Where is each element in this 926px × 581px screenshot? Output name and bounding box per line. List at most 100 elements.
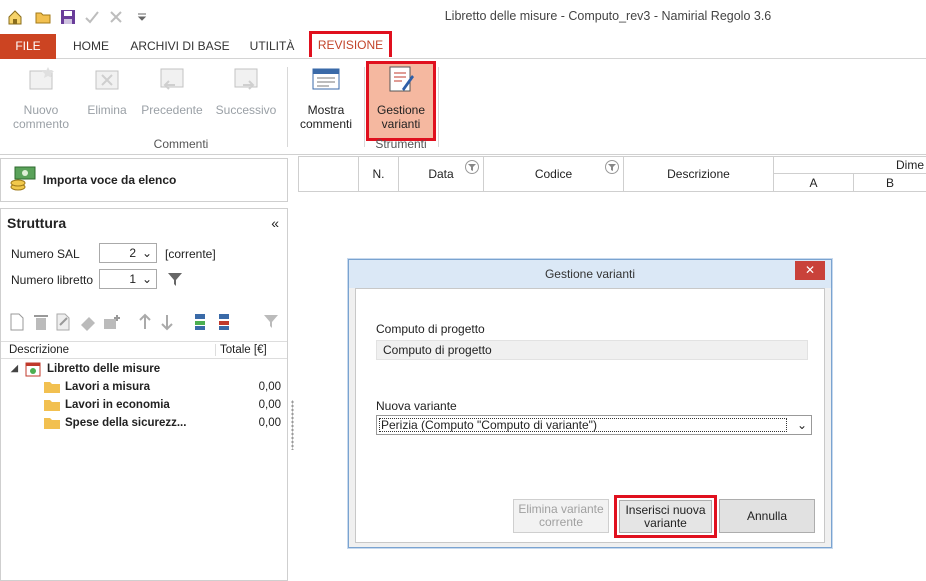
arrow-down-icon[interactable] xyxy=(159,313,177,331)
tree-item-value: 0,00 xyxy=(258,417,281,429)
left-panel: Importa voce da elenco Struttura « Numer… xyxy=(0,156,288,581)
sal-current-note: [corrente] xyxy=(165,247,216,261)
column-filter-icon[interactable] xyxy=(605,160,619,174)
grid-header-codice[interactable]: Codice xyxy=(484,156,624,192)
new-document-icon[interactable] xyxy=(9,313,27,331)
tree-item-label: Spese della sicurezz... xyxy=(65,417,187,429)
inserisci-nuova-variante-button[interactable]: Inserisci nuova variante xyxy=(619,500,712,533)
successivo-button[interactable]: Successivo xyxy=(212,63,280,117)
numero-libretto-value: 1 xyxy=(129,272,136,286)
chevron-down-icon: ⌄ xyxy=(796,418,807,432)
importa-voce-button[interactable]: Importa voce da elenco xyxy=(0,158,288,202)
numero-sal-label: Numero SAL xyxy=(11,247,80,261)
grid-header-codice-label: Codice xyxy=(534,167,573,181)
expand-tree-icon[interactable] xyxy=(193,313,211,331)
chevron-down-icon: ⌄ xyxy=(141,272,152,286)
import-label: Importa voce da elenco xyxy=(43,173,177,187)
edit-document-icon[interactable] xyxy=(55,313,73,331)
struttura-panel: Struttura « Numero SAL 2 ⌄ [corrente] Nu… xyxy=(0,208,288,581)
col-descrizione: Descrizione xyxy=(9,344,70,356)
ribbon-separator xyxy=(438,67,439,147)
grid-header-dimensioni[interactable]: Dime xyxy=(774,156,926,174)
nuovo-label-line1: Nuovo xyxy=(23,103,59,117)
tab-archivi-di-base[interactable]: ARCHIVI DI BASE xyxy=(128,34,232,59)
ribbon-separator xyxy=(364,67,365,147)
gestione-label-line1: Gestione xyxy=(376,103,426,117)
tree-item[interactable]: Lavori a misura 0,00 xyxy=(1,379,287,397)
nuova-variante-select[interactable]: Perizia (Computo "Computo di variante") … xyxy=(376,415,812,435)
tree-item-label: Lavori a misura xyxy=(65,381,151,393)
elimina-button[interactable]: Elimina xyxy=(80,63,134,117)
struttura-title: Struttura xyxy=(7,215,67,231)
chevron-down-icon: ⌄ xyxy=(141,246,152,260)
tree-item-label: Lavori in economia xyxy=(65,399,170,411)
numero-libretto-select[interactable]: 1 ⌄ xyxy=(99,269,157,289)
tree-item-value: 0,00 xyxy=(258,399,281,411)
ribbon: Nuovo commento Elimina Precedente Succes… xyxy=(0,59,926,155)
arrow-up-icon[interactable] xyxy=(137,313,155,331)
tab-home[interactable]: HOME xyxy=(64,34,118,59)
tab-revisione[interactable]: REVISIONE xyxy=(309,31,392,57)
tree-root[interactable]: ◢ Libretto delle misure xyxy=(1,361,287,379)
tree-root-label: Libretto delle misure xyxy=(47,363,161,375)
precedente-label: Precedente xyxy=(141,103,203,117)
grid-header-descrizione[interactable]: Descrizione xyxy=(624,156,774,192)
tab-file[interactable]: FILE xyxy=(0,34,56,59)
tree-expand-icon[interactable]: ◢ xyxy=(11,363,18,374)
precedente-button[interactable]: Precedente xyxy=(138,63,206,117)
tree-header: Descrizione Totale [€] xyxy=(1,341,287,359)
add-folder-icon[interactable] xyxy=(103,313,121,331)
computo-label: Computo di progetto xyxy=(376,322,485,336)
nuovo-commento-button[interactable]: Nuovo commento xyxy=(6,63,76,131)
commenti-group-label: Commenti xyxy=(153,137,209,151)
tree-item[interactable]: Lavori in economia 0,00 xyxy=(1,397,287,415)
mostra-label-line2: commenti xyxy=(299,117,352,131)
collapse-panel-button[interactable]: « xyxy=(271,215,279,231)
grid-header-data[interactable]: Data xyxy=(399,156,484,192)
col-totale: Totale [€] xyxy=(215,344,267,356)
elimina-label: Elimina xyxy=(87,103,127,117)
tree-item[interactable]: Spese della sicurezz... 0,00 xyxy=(1,415,287,433)
nuova-variante-label: Nuova variante xyxy=(376,399,457,413)
grid-header-a[interactable]: A xyxy=(774,174,854,192)
nuovo-label-line2: commento xyxy=(12,117,70,131)
gestione-varianti-button[interactable]: Gestione varianti xyxy=(368,63,434,131)
folder-icon xyxy=(43,398,61,415)
tree-item-value: 0,00 xyxy=(258,381,281,393)
grid-header-select xyxy=(298,156,359,192)
delete-comment-icon xyxy=(90,63,124,97)
mostra-commenti-button[interactable]: Mostra commenti xyxy=(294,63,358,131)
numero-sal-select[interactable]: 2 ⌄ xyxy=(99,243,157,263)
grid-header-n[interactable]: N. xyxy=(359,156,399,192)
import-money-icon xyxy=(9,165,37,196)
grid-header-b[interactable]: B xyxy=(854,174,926,192)
previous-comment-icon xyxy=(155,63,189,97)
libretto-book-icon xyxy=(25,361,41,380)
collapse-tree-icon[interactable] xyxy=(217,313,235,331)
numero-sal-value: 2 xyxy=(129,246,136,260)
strumenti-group-label: Strumenti xyxy=(375,137,427,151)
folder-icon xyxy=(43,380,61,397)
dialog-title: Gestione varianti xyxy=(544,267,636,281)
elimina-variante-button[interactable]: Elimina variante corrente xyxy=(513,499,609,533)
eraser-icon[interactable] xyxy=(79,313,97,331)
close-icon: ✕ xyxy=(804,263,816,277)
successivo-label: Successivo xyxy=(215,103,277,117)
next-comment-icon xyxy=(229,63,263,97)
mostra-label-line1: Mostra xyxy=(307,103,345,117)
new-comment-icon xyxy=(24,63,58,97)
annulla-button[interactable]: Annulla xyxy=(719,499,815,533)
column-filter-icon[interactable] xyxy=(465,160,479,174)
title-bar: Libretto delle misure - Computo_rev3 - N… xyxy=(0,0,926,34)
dialog-close-button[interactable]: ✕ xyxy=(795,261,825,280)
folder-icon xyxy=(43,416,61,433)
tab-utilita[interactable]: UTILITÀ xyxy=(244,34,300,59)
filter-icon[interactable] xyxy=(167,271,183,290)
panel-splitter[interactable] xyxy=(289,160,297,581)
manage-variants-icon xyxy=(384,63,418,97)
dialog-titlebar: Gestione varianti ✕ xyxy=(349,260,831,288)
gestione-label-line2: varianti xyxy=(381,117,421,131)
trash-icon[interactable] xyxy=(33,313,51,331)
elimina-variante-line2: corrente xyxy=(538,515,584,529)
clear-filter-icon[interactable] xyxy=(263,313,281,331)
